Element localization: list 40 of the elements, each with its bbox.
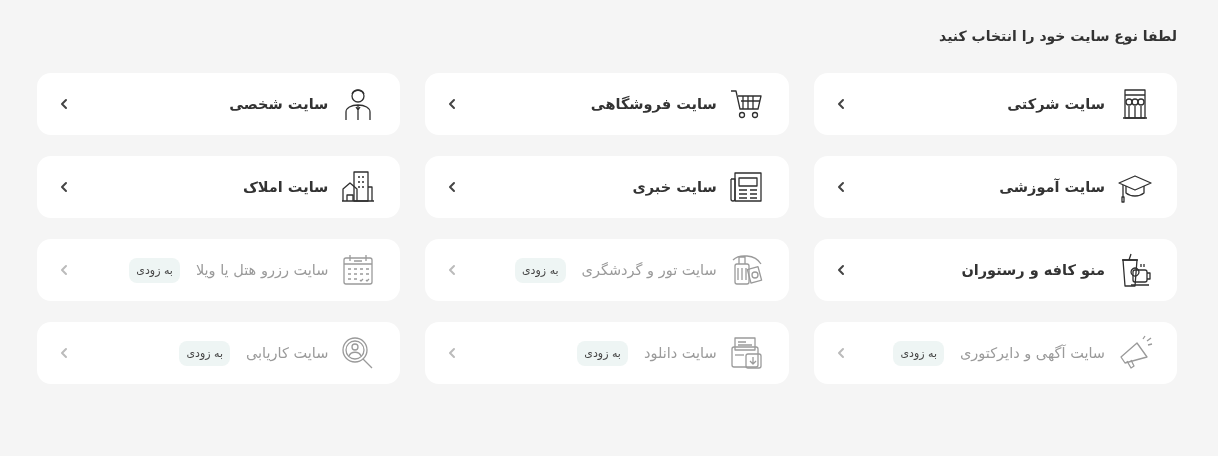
newspaper-icon xyxy=(728,169,765,205)
coming-soon-tag: به زودی xyxy=(129,257,180,283)
folder-icon xyxy=(728,335,765,371)
card-label: سایت املاک xyxy=(243,179,329,195)
site-type-card[interactable]: سایت خبری xyxy=(425,156,789,218)
page-heading: لطفا نوع سایت خود را انتخاب کنید xyxy=(939,28,1177,44)
chevron-icon xyxy=(447,98,458,110)
chevron-icon xyxy=(835,347,846,359)
card-label: سایت آموزشی xyxy=(999,179,1105,195)
coming-soon-tag: به زودی xyxy=(577,340,628,366)
coming-soon-tag: به زودی xyxy=(515,257,566,283)
chevron-icon xyxy=(447,347,458,359)
chevron-icon xyxy=(59,264,69,276)
card-label: سایت خبری xyxy=(632,179,717,195)
chevron-icon xyxy=(59,181,69,193)
chevron-icon xyxy=(59,347,69,359)
site-type-card[interactable]: منو کافه و رستوران xyxy=(813,239,1177,301)
buildings-icon xyxy=(340,169,377,205)
coming-soon-tag: به زودی xyxy=(179,340,230,366)
card-label: سایت شخصی xyxy=(229,96,329,112)
chevron-icon xyxy=(835,264,846,276)
site-type-card[interactable]: سایت شخصی xyxy=(37,73,401,135)
chevron-icon xyxy=(447,181,458,193)
site-type-card[interactable]: سایت آموزشی xyxy=(813,156,1177,218)
chevron-icon xyxy=(835,181,846,193)
card-label: سایت تور و گردشگری xyxy=(581,262,717,278)
site-type-card[interactable]: سایت املاک xyxy=(37,156,401,218)
card-label: سایت فروشگاهی xyxy=(590,96,717,112)
card-label: سایت رزرو هتل یا ویلا xyxy=(195,262,329,278)
card-label: سایت کاریابی xyxy=(246,345,329,361)
card-label: منو کافه و رستوران xyxy=(961,262,1105,278)
coming-soon-tag: به زودی xyxy=(893,340,944,366)
card-label: سایت آگهی و دایرکتوری xyxy=(960,345,1105,361)
site-type-card[interactable]: سایت شرکتی xyxy=(813,73,1177,135)
chevron-icon xyxy=(835,98,846,110)
chevron-icon xyxy=(59,98,69,110)
site-type-card[interactable]: سایت فروشگاهی xyxy=(425,73,789,135)
card-label: سایت دانلود xyxy=(643,345,717,361)
chevron-icon xyxy=(447,264,458,276)
card-label: سایت شرکتی xyxy=(1007,96,1105,112)
